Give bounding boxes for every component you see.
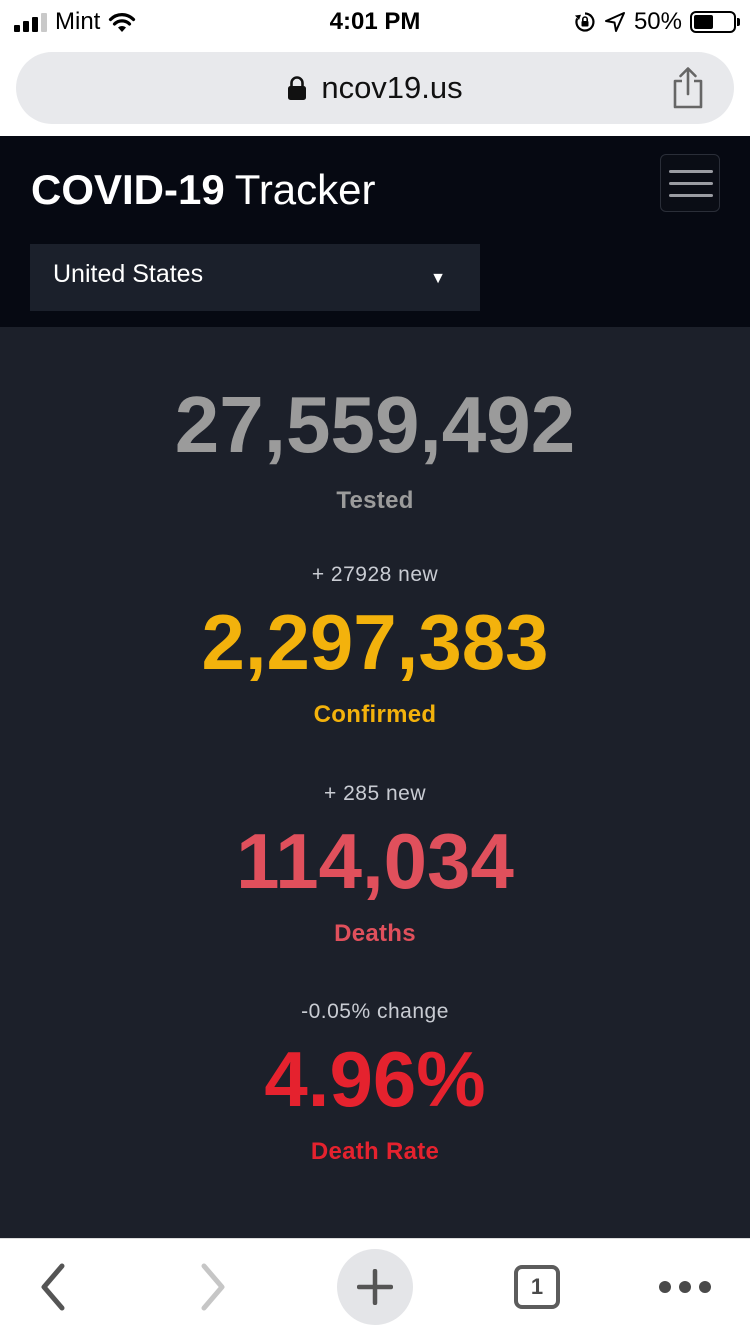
back-button[interactable] <box>18 1239 88 1334</box>
forward-button[interactable] <box>178 1239 248 1334</box>
rotation-lock-icon <box>574 12 595 32</box>
confirmed-change: + 27928 new <box>311 563 439 586</box>
stat-tested: 27,559,492 Tested <box>0 385 750 515</box>
lock-icon <box>288 76 307 100</box>
browser-toolbar: 1 <box>0 1238 750 1334</box>
hamburger-menu-button[interactable] <box>660 154 720 212</box>
more-icon <box>659 1281 711 1293</box>
back-icon <box>41 1263 65 1311</box>
url-display[interactable]: ncov19.us <box>16 52 734 124</box>
share-icon[interactable] <box>670 66 706 110</box>
stat-death-rate: -0.05% change 4.96% Death Rate <box>0 1000 750 1166</box>
browser-address-area: ncov19.us <box>0 42 750 136</box>
menu-line <box>669 170 713 173</box>
stat-confirmed: + 27928 new 2,297,383 Confirmed <box>0 563 750 729</box>
more-button[interactable] <box>645 1239 725 1334</box>
new-tab-icon <box>357 1269 393 1305</box>
site-header: COVID-19 Tracker United States ▼ <box>0 136 750 327</box>
forward-icon <box>201 1263 225 1311</box>
new-tab-circle <box>337 1249 413 1325</box>
brand-light: Tracker <box>234 166 376 213</box>
tabs-button[interactable]: 1 <box>500 1239 574 1334</box>
menu-line <box>669 182 713 185</box>
caret-down-icon: ▼ <box>430 270 446 287</box>
country-select[interactable]: United States ▼ <box>30 244 480 311</box>
death-rate-label: Death Rate <box>310 1138 440 1165</box>
death-rate-value: 4.96% <box>264 1035 486 1123</box>
deaths-value: 114,034 <box>236 817 514 905</box>
status-right: 50% <box>574 8 740 36</box>
new-tab-button[interactable] <box>335 1239 415 1334</box>
country-select-value: United States <box>53 260 204 288</box>
tested-value: 27,559,492 <box>174 380 576 469</box>
deaths-change: + 285 new <box>324 782 426 805</box>
confirmed-label: Confirmed <box>313 701 437 728</box>
battery-icon <box>690 11 740 33</box>
confirmed-value: 2,297,383 <box>201 598 549 686</box>
tested-label: Tested <box>336 487 414 514</box>
brand-bold: COVID-19 <box>31 166 225 213</box>
menu-line <box>669 194 713 197</box>
url-text: ncov19.us <box>321 70 463 105</box>
stats-panel: 27,559,492 Tested + 27928 new 2,297,383 … <box>0 327 750 1238</box>
address-bar[interactable]: ncov19.us <box>16 52 734 124</box>
stat-deaths: + 285 new 114,034 Deaths <box>0 782 750 948</box>
tab-count: 1 <box>530 1274 544 1299</box>
status-bar: Mint 4:01 PM 50% <box>0 0 750 42</box>
death-rate-change: -0.05% change <box>301 1000 449 1023</box>
location-icon <box>604 12 625 32</box>
site-brand[interactable]: COVID-19 Tracker <box>31 166 376 214</box>
battery-percent: 50% <box>633 8 682 35</box>
tabs-icon: 1 <box>514 1265 560 1309</box>
deaths-label: Deaths <box>334 920 416 947</box>
